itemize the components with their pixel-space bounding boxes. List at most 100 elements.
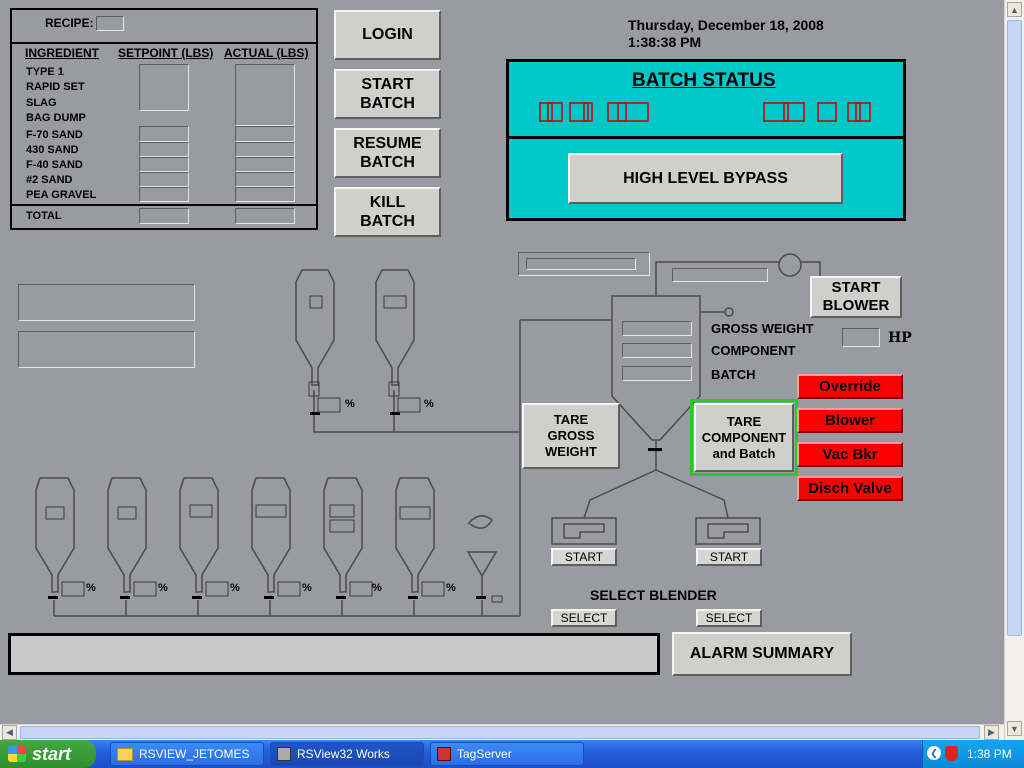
scroll-right-icon[interactable]: ▶ bbox=[984, 725, 999, 740]
select-blender-1-button[interactable]: SELECT bbox=[551, 609, 617, 627]
actual-field bbox=[235, 126, 295, 142]
hmi-screen: RECIPE: INGREDIENT SETPOINT (LBS) ACTUAL… bbox=[0, 0, 998, 724]
actual-field bbox=[235, 172, 295, 187]
folder-icon bbox=[117, 747, 133, 761]
actual-field bbox=[235, 187, 295, 202]
system-tray: ❮ 1:38 PM bbox=[922, 740, 1024, 768]
tare-gross-weight-button[interactable]: TARE GROSS WEIGHT bbox=[522, 403, 620, 469]
scroll-up-icon[interactable]: ▲ bbox=[1007, 2, 1022, 17]
batch-display bbox=[622, 366, 692, 381]
start-label: start bbox=[32, 743, 72, 764]
horizontal-scrollbar[interactable]: ◀ ▶ bbox=[0, 724, 1004, 740]
resume-batch-button[interactable]: RESUME BATCH bbox=[334, 128, 441, 178]
taskbar-item[interactable]: RSVIEW_JETOMES bbox=[110, 742, 264, 766]
ingredient-label: F-70 SAND bbox=[26, 129, 83, 141]
gross-weight-display bbox=[622, 321, 692, 336]
actual-field bbox=[235, 157, 295, 172]
vac-bkr-label: Vac Bkr bbox=[822, 446, 878, 463]
ingredient-label: 430 SAND bbox=[26, 144, 79, 156]
shield-icon[interactable] bbox=[945, 746, 958, 761]
start-button[interactable]: start bbox=[0, 740, 96, 768]
scroll-down-icon[interactable]: ▼ bbox=[1007, 721, 1022, 736]
hp-field bbox=[842, 328, 880, 347]
app-icon bbox=[437, 747, 451, 761]
vacuum-readout-inner bbox=[526, 258, 636, 270]
vac-bkr-indicator[interactable]: Vac Bkr bbox=[797, 442, 903, 467]
ingredient-label: #2 SAND bbox=[26, 174, 73, 186]
start-blender-2-button[interactable]: START bbox=[696, 548, 762, 566]
kill-batch-button[interactable]: KILL BATCH bbox=[334, 187, 441, 237]
ingredient-header: INGREDIENT bbox=[25, 46, 100, 60]
alarm-summary-button[interactable]: ALARM SUMMARY bbox=[672, 632, 852, 676]
actual-field-group bbox=[235, 64, 295, 126]
percent-label: % bbox=[446, 582, 456, 594]
start-blender-1-button[interactable]: START bbox=[551, 548, 617, 566]
app-icon bbox=[277, 747, 291, 761]
start-blower-button[interactable]: START BLOWER bbox=[810, 276, 902, 318]
percent-label: % bbox=[86, 582, 96, 594]
clock: 1:38 PM bbox=[967, 747, 1012, 761]
setpoint-field[interactable] bbox=[139, 157, 189, 172]
taskbar-item-label: RSView32 Works bbox=[297, 747, 390, 761]
actual-field bbox=[235, 142, 295, 157]
login-button[interactable]: LOGIN bbox=[334, 10, 441, 60]
batch-status-title: BATCH STATUS bbox=[632, 70, 776, 91]
override-indicator[interactable]: Override bbox=[797, 374, 903, 399]
vertical-scroll-thumb[interactable] bbox=[1007, 20, 1022, 636]
recipe-divider bbox=[12, 42, 316, 44]
setpoint-field[interactable] bbox=[139, 142, 189, 157]
percent-label: % bbox=[372, 582, 382, 594]
windows-logo-icon bbox=[8, 746, 26, 762]
percent-label: % bbox=[424, 398, 434, 410]
percent-label: % bbox=[345, 398, 355, 410]
ingredient-label: BAG DUMP bbox=[26, 112, 86, 124]
component-label: COMPONENT bbox=[711, 343, 796, 358]
setpoint-field-group[interactable] bbox=[139, 64, 189, 111]
ingredient-label: F-40 SAND bbox=[26, 159, 83, 171]
tare-component-label: TARE COMPONENT and Batch bbox=[701, 413, 787, 461]
setpoint-total-field bbox=[139, 208, 189, 224]
tare-component-button[interactable]: TARE COMPONENT and Batch bbox=[694, 403, 794, 472]
select-label: SELECT bbox=[560, 611, 608, 625]
disch-valve-indicator[interactable]: Disch Valve bbox=[797, 476, 903, 501]
batch-label: BATCH bbox=[711, 367, 756, 382]
vertical-scrollbar[interactable]: ▲ ▼ bbox=[1004, 0, 1024, 740]
total-label: TOTAL bbox=[26, 210, 62, 222]
setpoint-header: SETPOINT (LBS) bbox=[118, 46, 214, 60]
total-divider bbox=[12, 204, 316, 206]
scroll-left-icon[interactable]: ◀ bbox=[2, 725, 17, 740]
gross-weight-label: GROSS WEIGHT bbox=[711, 321, 814, 336]
alarm-summary-label: ALARM SUMMARY bbox=[689, 645, 835, 662]
ingredient-label: PEA GRAVEL bbox=[26, 189, 97, 201]
recipe-label: RECIPE: bbox=[45, 16, 94, 30]
recipe-input[interactable] bbox=[96, 16, 124, 31]
setpoint-field[interactable] bbox=[139, 172, 189, 187]
select-blender-2-button[interactable]: SELECT bbox=[696, 609, 762, 627]
horizontal-scroll-thumb[interactable] bbox=[20, 726, 980, 739]
high-level-bypass-button[interactable]: HIGH LEVEL BYPASS bbox=[568, 153, 843, 204]
blower-indicator[interactable]: Blower bbox=[797, 408, 903, 433]
setpoint-field[interactable] bbox=[139, 126, 189, 142]
taskbar-item-label: RSVIEW_JETOMES bbox=[139, 747, 250, 761]
taskbar-item-label: TagServer bbox=[457, 747, 512, 761]
date-display: Thursday, December 18, 2008 bbox=[628, 17, 824, 33]
start-label: START bbox=[709, 550, 749, 564]
actual-total-field bbox=[235, 208, 295, 224]
blower-label: Blower bbox=[824, 412, 875, 429]
taskbar-item[interactable]: TagServer bbox=[430, 742, 584, 766]
chevron-left-icon[interactable]: ❮ bbox=[927, 746, 941, 760]
percent-label: % bbox=[302, 582, 312, 594]
kill-batch-label: KILL BATCH bbox=[360, 194, 415, 230]
override-label: Override bbox=[819, 378, 881, 395]
resume-batch-label: RESUME BATCH bbox=[353, 135, 422, 171]
status-segment-display bbox=[539, 102, 871, 122]
hp-label: HP bbox=[888, 330, 912, 346]
time-display: 1:38:38 PM bbox=[628, 34, 702, 50]
select-label: SELECT bbox=[705, 611, 753, 625]
message-display bbox=[18, 331, 195, 368]
taskbar-item[interactable]: RSView32 Works bbox=[270, 742, 424, 766]
start-batch-button[interactable]: START BATCH bbox=[334, 69, 441, 119]
batch-status-divider bbox=[509, 136, 903, 139]
setpoint-field[interactable] bbox=[139, 187, 189, 202]
ingredient-label: SLAG bbox=[26, 97, 57, 109]
